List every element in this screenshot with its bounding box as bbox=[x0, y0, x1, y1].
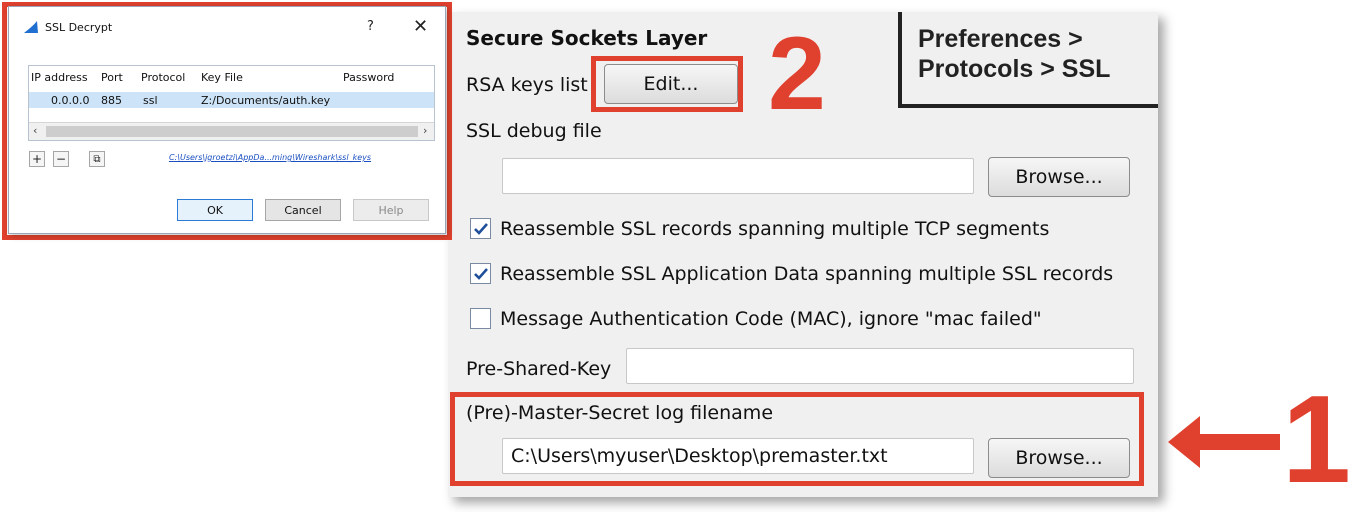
section-title: Secure Sockets Layer bbox=[466, 26, 708, 50]
help-button[interactable]: Help bbox=[353, 199, 429, 221]
column-header-key-file[interactable]: Key File bbox=[201, 71, 243, 84]
remove-key-button[interactable]: − bbox=[53, 151, 69, 167]
scroll-right-icon[interactable]: › bbox=[423, 124, 427, 137]
key-table: IP address Port Protocol Key File Passwo… bbox=[28, 65, 435, 141]
reassemble-app-data-checkbox[interactable] bbox=[470, 263, 491, 284]
reassemble-tcp-label: Reassemble SSL records spanning multiple… bbox=[500, 218, 1050, 240]
breadcrumb: Preferences > Protocols > SSL bbox=[898, 12, 1158, 108]
scroll-left-icon[interactable]: ‹ bbox=[33, 124, 37, 137]
ssl-debug-browse-button[interactable]: Browse... bbox=[988, 157, 1130, 197]
cancel-button[interactable]: Cancel bbox=[265, 199, 341, 221]
cell-key-file: Z:/Documents/auth.key bbox=[201, 94, 331, 107]
horizontal-scrollbar[interactable]: ‹ › bbox=[29, 122, 434, 140]
psk-label: Pre-Shared-Key bbox=[466, 358, 612, 380]
ssl-debug-label: SSL debug file bbox=[466, 120, 602, 142]
scrollbar-thumb[interactable] bbox=[46, 126, 418, 137]
copy-key-button[interactable]: ⧉ bbox=[89, 151, 105, 167]
psk-input[interactable] bbox=[626, 348, 1134, 384]
column-header-protocol[interactable]: Protocol bbox=[141, 71, 185, 84]
breadcrumb-line-1: Preferences > bbox=[918, 25, 1083, 53]
column-header-ip[interactable]: IP address bbox=[31, 71, 88, 84]
dialog-help-button[interactable]: ? bbox=[367, 19, 374, 34]
close-icon[interactable]: ✕ bbox=[413, 16, 428, 37]
mac-ignore-checkbox[interactable] bbox=[470, 308, 491, 329]
cell-ip: 0.0.0.0 bbox=[51, 94, 90, 107]
arrow-left-icon bbox=[1168, 416, 1280, 468]
annotation-number-1: 1 bbox=[1282, 371, 1351, 509]
reassemble-app-data-label: Reassemble SSL Application Data spanning… bbox=[500, 263, 1114, 285]
ssl-keys-path-link[interactable]: C:\Users\jgroetzi\AppDa...ming\Wireshark… bbox=[169, 153, 371, 162]
ssl-decrypt-dialog: SSL Decrypt ? ✕ IP address Port Protocol… bbox=[8, 6, 446, 234]
ok-button[interactable]: OK bbox=[177, 199, 253, 221]
highlight-master-secret bbox=[450, 392, 1144, 486]
dialog-title: SSL Decrypt bbox=[45, 21, 113, 34]
highlight-edit-button bbox=[591, 56, 743, 112]
check-icon bbox=[474, 268, 488, 280]
mac-ignore-label: Message Authentication Code (MAC), ignor… bbox=[500, 308, 1042, 330]
wireshark-fin-icon bbox=[24, 21, 38, 33]
column-header-port[interactable]: Port bbox=[101, 71, 123, 84]
cell-protocol: ssl bbox=[143, 94, 158, 107]
breadcrumb-line-2: Protocols > SSL bbox=[918, 55, 1111, 83]
check-icon bbox=[474, 223, 488, 235]
rsa-keys-label: RSA keys list bbox=[466, 74, 588, 96]
cell-port: 885 bbox=[101, 94, 122, 107]
ssl-debug-file-input[interactable] bbox=[502, 158, 974, 194]
reassemble-tcp-checkbox[interactable] bbox=[470, 218, 491, 239]
annotation-number-2: 2 bbox=[768, 16, 826, 132]
add-key-button[interactable]: + bbox=[29, 151, 45, 167]
column-header-password[interactable]: Password bbox=[343, 71, 394, 84]
